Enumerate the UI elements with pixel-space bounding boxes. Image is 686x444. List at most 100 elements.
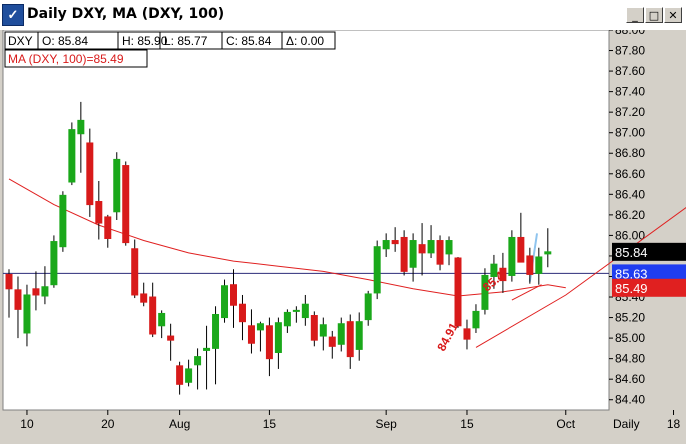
candle-body xyxy=(77,119,85,135)
y-tick-label: 87.80 xyxy=(615,44,645,58)
candle-body xyxy=(247,325,255,344)
y-tick-label: 88.00 xyxy=(615,30,645,37)
y-tick-label: 86.80 xyxy=(615,146,645,160)
chart-check-icon: ✓ xyxy=(2,4,24,26)
candle-body xyxy=(140,293,148,303)
candle-body xyxy=(409,240,417,268)
candle-body xyxy=(472,310,480,329)
y-tick-label: 84.60 xyxy=(615,372,645,386)
plot-area[interactable] xyxy=(2,30,610,411)
x-tick-label: 18 xyxy=(667,417,681,431)
badge-value: 85.84 xyxy=(615,245,648,260)
candle-body xyxy=(544,251,552,255)
candle-body xyxy=(265,325,273,360)
candle-body xyxy=(310,315,318,341)
ohlc-high: H: 85.90 xyxy=(122,34,168,48)
candle-body xyxy=(364,293,372,321)
ma-legend: MA (DXY, 100)=85.49 xyxy=(4,49,148,68)
x-tick-label: 15 xyxy=(460,417,474,431)
candle-body xyxy=(292,309,300,312)
candle-body xyxy=(382,240,390,250)
candle-body xyxy=(526,255,534,275)
candle-body xyxy=(122,165,130,244)
x-tick-label: Sep xyxy=(375,417,397,431)
x-tick-label: 10 xyxy=(20,417,34,431)
candle-body xyxy=(436,240,444,265)
last-price-badge: 85.84 xyxy=(612,242,686,261)
candle-body xyxy=(230,284,237,306)
ohlc-delta: Δ: 0.00 xyxy=(286,34,324,48)
candle-body xyxy=(328,336,336,347)
window-title: Daily DXY, MA (DXY, 100) xyxy=(27,6,225,22)
y-tick-label: 87.40 xyxy=(615,85,645,99)
candle-body xyxy=(391,240,399,245)
ohlc-close: C: 85.84 xyxy=(226,34,272,48)
candle-body xyxy=(508,236,516,276)
candle-body xyxy=(301,303,309,319)
candle-body xyxy=(274,322,282,353)
candle-body xyxy=(256,323,264,331)
candle-body xyxy=(463,328,471,340)
period-label: Daily xyxy=(613,417,640,431)
candle-body xyxy=(113,158,121,213)
candle-body xyxy=(238,303,246,323)
y-tick-label: 86.20 xyxy=(615,208,645,222)
candle-body xyxy=(50,241,58,286)
x-tick-label: 20 xyxy=(101,417,115,431)
candle-body xyxy=(32,288,40,296)
candle-body xyxy=(167,335,175,341)
y-tick-label: 86.60 xyxy=(615,167,645,181)
candle-body xyxy=(5,273,13,290)
maximize-button[interactable]: □ xyxy=(645,7,663,23)
ohlc-symbol: DXY xyxy=(8,34,33,48)
y-tick-label: 84.40 xyxy=(615,393,645,407)
candle-body xyxy=(535,256,543,274)
candle-body xyxy=(337,323,345,345)
candle-body xyxy=(319,324,327,337)
ohlc-low: L: 85.77 xyxy=(164,34,208,48)
candle-body xyxy=(517,236,525,263)
candle-body xyxy=(131,248,139,296)
x-tick-label: 15 xyxy=(263,417,277,431)
candle-body xyxy=(221,285,229,319)
candle-body xyxy=(41,286,49,297)
x-tick-label: Oct xyxy=(556,417,575,431)
candle-body xyxy=(59,194,67,248)
candle-body xyxy=(86,142,94,206)
y-tick-label: 85.00 xyxy=(615,331,645,345)
x-tick-label: Aug xyxy=(169,417,190,431)
price-chart[interactable]: 84.4084.6084.8085.0085.2085.4085.6085.80… xyxy=(0,30,686,444)
y-tick-label: 87.20 xyxy=(615,105,645,119)
candle-body xyxy=(14,289,22,310)
candle-body xyxy=(158,312,166,327)
ohlc-box: DXY O: 85.84 H: 85.90 L: 85.77 C: 85.84 … xyxy=(4,31,336,50)
y-tick-label: 86.40 xyxy=(615,187,645,201)
candle-body xyxy=(454,257,462,327)
minimize-button[interactable]: _ xyxy=(626,7,644,23)
candle-body xyxy=(427,240,435,254)
candle-body xyxy=(445,240,453,255)
window-titlebar: ✓ Daily DXY, MA (DXY, 100) _ □ ✕ xyxy=(0,0,686,31)
candle-body xyxy=(418,244,426,254)
candle-body xyxy=(346,321,354,358)
y-tick-label: 84.80 xyxy=(615,352,645,366)
y-tick-label: 87.60 xyxy=(615,64,645,78)
candle-body xyxy=(355,321,363,350)
candle-body xyxy=(400,236,408,272)
y-tick-label: 85.20 xyxy=(615,311,645,325)
ma-label: MA (DXY, 100)=85.49 xyxy=(8,52,124,66)
candle-body xyxy=(68,129,76,183)
candle-body xyxy=(203,347,211,351)
candle-body xyxy=(373,246,381,294)
candle-body xyxy=(212,313,220,349)
candle-body xyxy=(176,365,184,385)
y-tick-label: 87.00 xyxy=(615,126,645,140)
candle-body xyxy=(95,201,103,224)
candle-body xyxy=(23,294,31,334)
candle-body xyxy=(104,216,112,239)
candle-body xyxy=(194,356,202,366)
candle-body xyxy=(283,311,291,327)
close-button[interactable]: ✕ xyxy=(664,7,682,23)
candle-body xyxy=(185,368,193,383)
badge-value: 85.49 xyxy=(615,281,648,296)
